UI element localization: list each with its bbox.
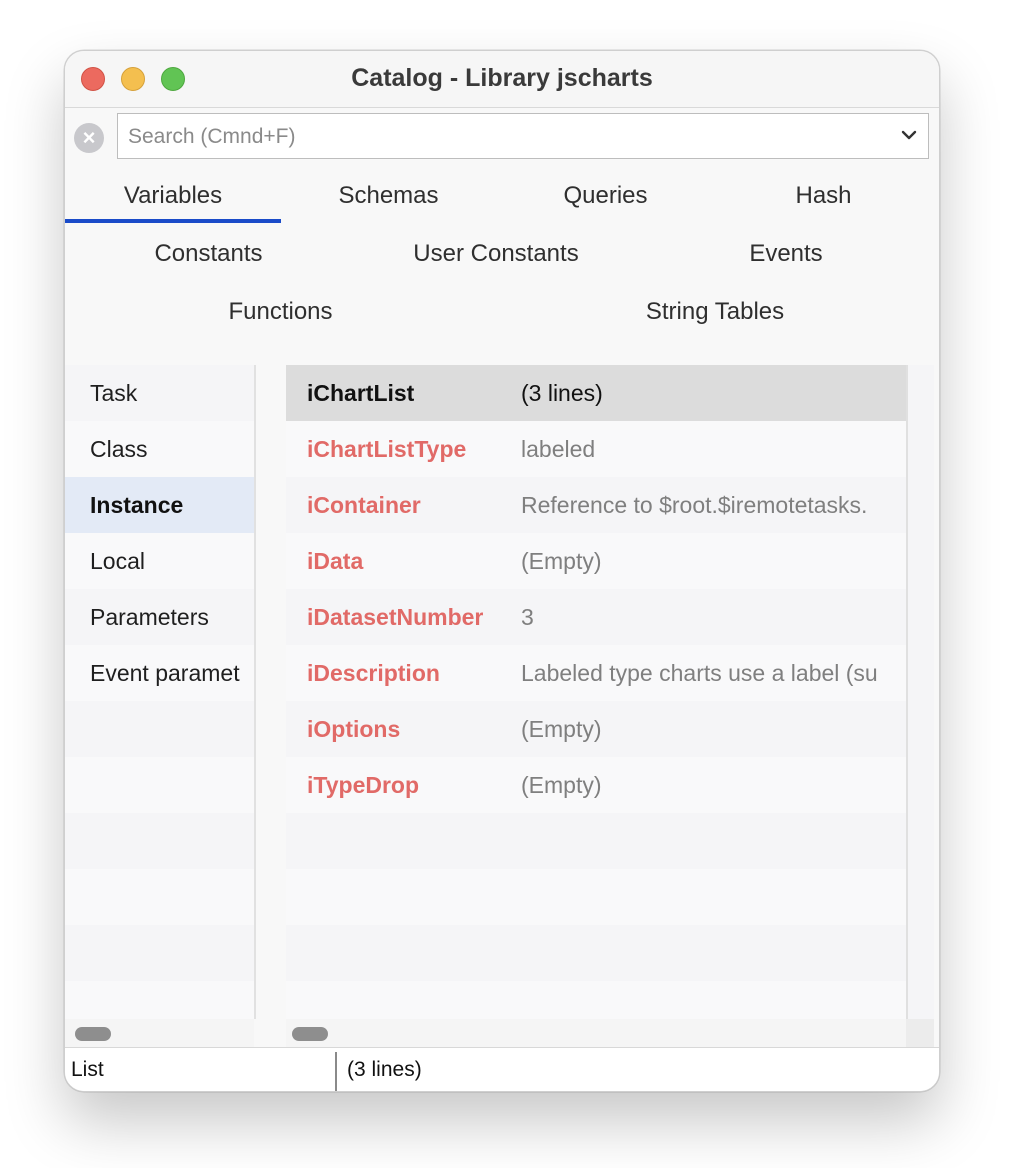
list-item-empty [65, 757, 254, 813]
table-row-empty [286, 925, 906, 981]
scope-item-parameters[interactable]: Parameters [65, 589, 254, 645]
status-value: (3 lines) [347, 1058, 422, 1081]
variable-name: iData [307, 548, 364, 574]
status-kind: List [71, 1058, 104, 1081]
variable-name: iOptions [307, 716, 401, 742]
clear-search-icon[interactable]: × [74, 123, 104, 153]
tab-variables[interactable]: Variables [65, 182, 281, 210]
scope-item-instance[interactable]: Instance [65, 477, 254, 533]
variable-value: (Empty) [521, 772, 602, 798]
table-row[interactable]: iChartListType labeled [286, 421, 906, 477]
catalog-window: Catalog - Library jscharts × Variables S… [64, 50, 940, 1092]
list-item-empty [65, 869, 254, 925]
window-title: Catalog - Library jscharts [351, 64, 653, 92]
status-divider[interactable] [335, 1052, 337, 1091]
list-item-empty [65, 813, 254, 869]
tab-user-constants[interactable]: User Constants [352, 240, 640, 268]
variable-name: iDatasetNumber [307, 604, 484, 630]
variable-value: Labeled type charts use a label (su [521, 660, 878, 686]
variable-value: (Empty) [521, 548, 602, 574]
variable-name: iChartList [307, 380, 415, 406]
panel-divider[interactable] [254, 365, 256, 1019]
vertical-scroll-track[interactable] [906, 365, 934, 1019]
table-row-empty [286, 981, 906, 1019]
variable-name: iChartListType [307, 436, 467, 462]
tab-string-tables[interactable]: String Tables [496, 298, 934, 326]
left-horizontal-scrollbar[interactable] [65, 1019, 254, 1047]
scope-item-class[interactable]: Class [65, 421, 254, 477]
variable-name: iDescription [307, 660, 440, 686]
tab-constants[interactable]: Constants [65, 240, 352, 268]
scrollbar-thumb[interactable] [292, 1027, 328, 1041]
table-row-empty [286, 813, 906, 869]
table-row[interactable]: iTypeDrop (Empty) [286, 757, 906, 813]
scope-item-task[interactable]: Task [65, 365, 254, 421]
list-item-empty [65, 981, 254, 1019]
tab-hash[interactable]: Hash [715, 182, 932, 210]
list-item-empty [65, 925, 254, 981]
tab-events[interactable]: Events [640, 240, 932, 268]
scrollbar-thumb[interactable] [75, 1027, 111, 1041]
variable-value: labeled [521, 436, 596, 462]
variable-value: (Empty) [521, 716, 602, 742]
search-input[interactable] [126, 114, 900, 160]
status-bar: List (3 lines) [65, 1047, 939, 1091]
scope-list: Task Class Instance Local Parameters Eve… [65, 365, 254, 1019]
tab-functions[interactable]: Functions [65, 298, 496, 326]
variable-value: Reference to $root.$iremotetasks. [521, 492, 868, 518]
table-row[interactable]: iOptions (Empty) [286, 701, 906, 757]
table-row[interactable]: iContainer Reference to $root.$iremoteta… [286, 477, 906, 533]
scope-item-local[interactable]: Local [65, 533, 254, 589]
variable-list: iChartList (3 lines) iChartListType labe… [286, 365, 906, 1019]
chevron-down-icon[interactable] [900, 128, 918, 142]
variable-name: iTypeDrop [307, 772, 420, 798]
table-row[interactable]: iDescription Labeled type charts use a l… [286, 645, 906, 701]
variable-value: (3 lines) [521, 380, 603, 406]
variable-value: 3 [521, 604, 534, 630]
variable-name: iContainer [307, 492, 421, 518]
table-row[interactable]: iDatasetNumber 3 [286, 589, 906, 645]
list-item-empty [65, 701, 254, 757]
scope-item-event-parameters[interactable]: Event paramet [65, 645, 254, 701]
table-row[interactable]: iData (Empty) [286, 533, 906, 589]
title-bar[interactable]: Catalog - Library jscharts [65, 51, 939, 108]
scroll-corner [906, 1019, 934, 1047]
right-horizontal-scrollbar[interactable] [286, 1019, 906, 1047]
table-row-empty [286, 869, 906, 925]
tab-schemas[interactable]: Schemas [281, 182, 496, 210]
tab-queries[interactable]: Queries [496, 182, 715, 210]
search-box[interactable] [117, 113, 929, 160]
active-tab-indicator [65, 219, 281, 223]
table-row[interactable]: iChartList (3 lines) [286, 365, 906, 421]
